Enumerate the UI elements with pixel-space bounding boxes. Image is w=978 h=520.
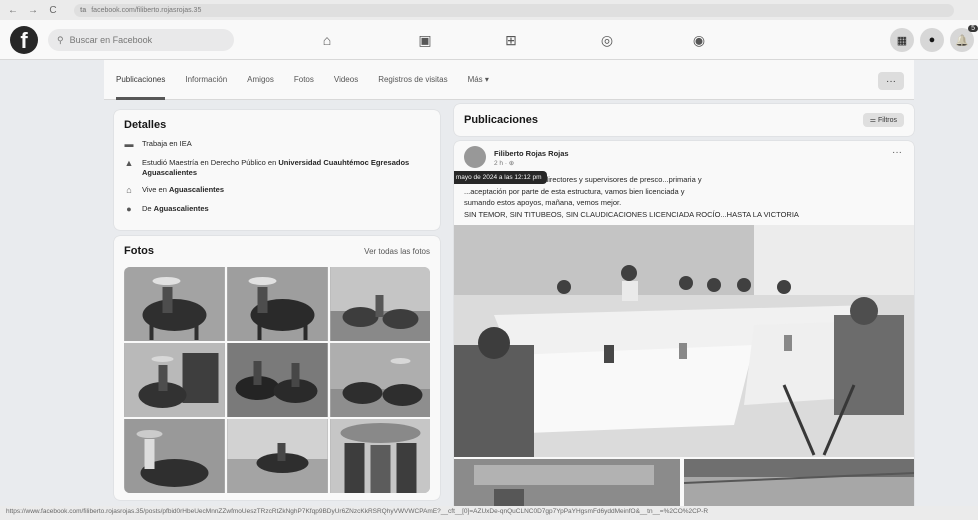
post-author[interactable]: Filiberto Rojas Rojas <box>494 149 569 158</box>
back-button[interactable]: ← <box>8 5 18 16</box>
posts-title: Publicaciones <box>464 114 538 126</box>
detail-lives-link[interactable]: Aguascalientes <box>169 185 224 194</box>
author-avatar[interactable] <box>464 146 486 168</box>
messenger-icon[interactable]: ● <box>920 28 944 52</box>
address-url: facebook.com/filiberto.rojasrojas.35 <box>91 6 202 14</box>
photos-card: Fotos Ver todas las fotos <box>114 236 440 500</box>
groups-icon[interactable]: ◎ <box>596 30 618 50</box>
photo-thumbnail[interactable] <box>124 419 225 493</box>
photo-grid <box>124 267 430 493</box>
post-photo[interactable] <box>454 225 914 457</box>
menu-grid-icon[interactable]: ▦ <box>890 28 914 52</box>
filters-button[interactable]: ⚌ Filtros <box>862 113 904 127</box>
notifications-badge: 5 <box>968 25 978 32</box>
photo-thumbnail[interactable] <box>227 267 328 341</box>
tab-videos[interactable]: Videos <box>334 60 358 100</box>
home-icon: ⌂ <box>126 185 132 195</box>
more-options-button[interactable]: ··· <box>878 72 904 90</box>
detail-work: ▬ Trabaja en IEA <box>124 139 430 150</box>
address-bar[interactable]: ta facebook.com/filiberto.rojasrojas.35 <box>74 3 954 17</box>
reload-button[interactable]: C <box>48 5 58 16</box>
photo-thumbnail[interactable] <box>227 419 328 493</box>
gaming-icon[interactable]: ◉ <box>688 30 710 50</box>
search-placeholder: Buscar en Facebook <box>69 35 153 45</box>
details-card: Detalles ▬ Trabaja en IEA ▲ Estudió Maes… <box>114 110 440 230</box>
photo-thumbnail[interactable] <box>330 419 430 493</box>
post-text-line: SIN TEMOR, SIN TITUBEOS, SIN CLAUDICACIO… <box>464 209 799 219</box>
briefcase-icon: ▬ <box>124 139 134 149</box>
tab-amigos[interactable]: Amigos <box>247 60 274 100</box>
detail-education: ▲ Estudió Maestría en Derecho Público en… <box>124 158 430 177</box>
photo-thumbnail[interactable] <box>124 343 225 417</box>
post-timestamp[interactable]: 2 h · ⊕ <box>494 159 514 167</box>
detail-education-prefix: Estudió Maestría en Derecho Público en <box>142 158 279 168</box>
tab-informacion[interactable]: Información <box>185 60 227 100</box>
watch-icon[interactable]: ▣ <box>414 30 436 50</box>
post-text-line: sumando estos apoyos, mañana, vemos mejo… <box>464 198 622 207</box>
site-info-icon[interactable]: ta <box>80 7 86 14</box>
tab-mas[interactable]: Más ▾ <box>468 60 489 100</box>
detail-from: ● De Aguascalientes <box>124 204 430 215</box>
post-card: Filiberto Rojas Rojas 2 h · ⊕ jueves, 2 … <box>454 141 914 511</box>
see-all-photos-link[interactable]: Ver todas las fotos <box>364 247 430 256</box>
photos-title: Fotos <box>124 245 154 257</box>
browser-toolbar: ← → C ta facebook.com/filiberto.rojasroj… <box>0 0 978 20</box>
photo-thumbnail[interactable] <box>124 267 225 341</box>
post-photo-secondary[interactable] <box>683 459 914 511</box>
marketplace-icon[interactable]: ⊞ <box>500 30 522 50</box>
post-options-button[interactable]: ··· <box>892 147 902 158</box>
profile-tabs: Publicaciones Información Amigos Fotos V… <box>104 60 914 100</box>
status-bar-url: https://www.facebook.com/filiberto.rojas… <box>0 506 978 520</box>
photo-thumbnail[interactable] <box>330 267 430 341</box>
filters-label: Filtros <box>877 117 897 124</box>
forward-button[interactable]: → <box>28 5 38 16</box>
graduation-cap-icon: ▲ <box>124 158 134 169</box>
facebook-logo[interactable]: f <box>10 26 38 54</box>
detail-from-link[interactable]: Aguascalientes <box>154 204 209 213</box>
search-icon: ⚲ <box>57 34 64 45</box>
search-input[interactable]: ⚲ Buscar en Facebook <box>48 29 234 51</box>
tab-publicaciones[interactable]: Publicaciones <box>116 60 166 100</box>
detail-from-prefix: De <box>142 204 154 214</box>
tab-fotos[interactable]: Fotos <box>294 60 314 100</box>
detail-lives: ⌂ Vive en Aguascalientes <box>124 185 430 196</box>
details-title: Detalles <box>124 119 167 131</box>
notifications-icon[interactable]: 🔔 5 <box>950 25 978 52</box>
location-pin-icon: ● <box>126 204 132 215</box>
post-photo-secondary[interactable] <box>454 459 680 511</box>
photo-thumbnail[interactable] <box>227 343 328 417</box>
posts-header-card: Publicaciones ⚌ Filtros <box>454 104 914 136</box>
filter-icon: ⚌ <box>869 117 878 124</box>
detail-work-text: Trabaja en IEA <box>142 139 192 148</box>
tab-registros-de-visitas[interactable]: Registros de visitas <box>378 60 447 100</box>
detail-lives-prefix: Vive en <box>142 185 169 194</box>
post-text-line: ...aceptación por parte de esta estructu… <box>464 186 685 196</box>
home-icon[interactable]: ⌂ <box>316 30 338 50</box>
photo-thumbnail[interactable] <box>330 343 430 417</box>
bell-icon: 🔔 <box>955 34 969 47</box>
facebook-header: f ⚲ Buscar en Facebook ⌂ ▣ ⊞ ◎ ◉ ▦ ● 🔔 5 <box>0 20 978 60</box>
timestamp-tooltip: jueves, 2 de mayo de 2024 a las 12:12 pm <box>454 171 547 184</box>
